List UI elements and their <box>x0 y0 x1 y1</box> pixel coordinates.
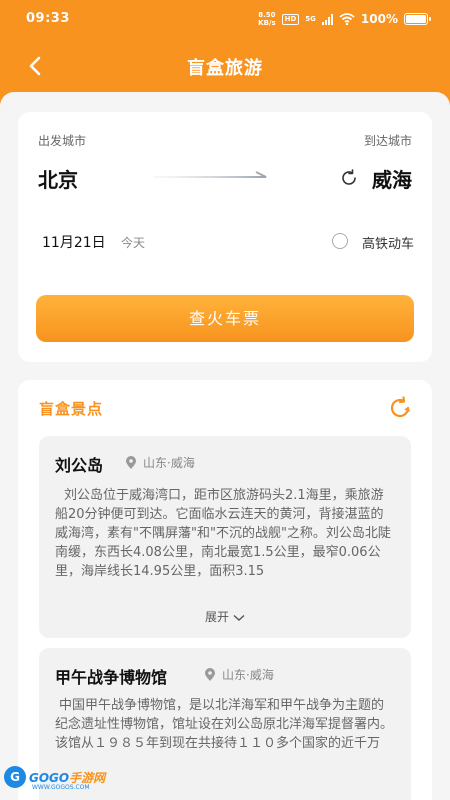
route-arrow-icon <box>154 171 267 178</box>
signal-icon <box>321 13 333 25</box>
to-city[interactable]: 威海 <box>372 164 412 193</box>
battery-percent: 100% <box>360 12 398 26</box>
location-pin-icon <box>205 668 215 681</box>
blind-box-attractions-card: 盲盒景点 刘公岛 山东·威海 刘公岛位于威海湾口，距市区旅游码头2.1海里，乘旅… <box>18 380 432 800</box>
location-pin-icon <box>126 456 136 469</box>
from-city[interactable]: 北京 <box>38 164 78 193</box>
high-speed-label[interactable]: 高铁动车 <box>362 233 414 252</box>
attraction-card[interactable]: 刘公岛 山东·威海 刘公岛位于威海湾口，距市区旅游码头2.1海里，乘旅游船20分… <box>39 436 411 638</box>
search-tickets-button[interactable]: 查火车票 <box>36 295 414 342</box>
network-type: 5G <box>305 15 316 23</box>
refresh-icon[interactable] <box>388 396 412 420</box>
wifi-icon <box>339 13 355 25</box>
high-speed-radio[interactable] <box>332 233 348 249</box>
chevron-down-icon <box>233 614 245 621</box>
status-bar: 09:33 8.50 KB/s HD 5G 100% <box>0 0 450 38</box>
content-sheet: 出发城市 到达城市 北京 威海 11月21日 今天 高铁动车 查火车票 盲盒景点 <box>0 92 450 800</box>
network-speed: 8.50 KB/s <box>258 11 276 27</box>
swap-refresh-icon[interactable] <box>339 168 359 188</box>
attraction-description: 刘公岛位于威海湾口，距市区旅游码头2.1海里，乘旅游船20分钟便可到达。它面临水… <box>55 488 391 579</box>
attraction-location: 山东·威海 <box>222 668 274 682</box>
expand-button[interactable]: 展开 <box>39 608 411 625</box>
date-hint: 今天 <box>121 236 146 250</box>
attraction-location: 山东·威海 <box>143 456 195 470</box>
site-watermark: G GOGO手游网 WWW.GOGOS.COM <box>4 766 106 791</box>
train-search-card: 出发城市 到达城市 北京 威海 11月21日 今天 高铁动车 查火车票 <box>18 112 432 362</box>
status-time: 09:33 <box>26 11 70 26</box>
page-title: 盲盒旅游 <box>187 58 263 79</box>
watermark-url: WWW.GOGOS.COM <box>32 784 90 791</box>
battery-icon <box>404 13 431 25</box>
attraction-description: 中国甲午战争博物馆，是以北洋海军和甲午战争为主题的纪念遗址性博物馆，馆址设在刘公… <box>55 698 394 751</box>
watermark-brand: GOGO手游网 <box>29 770 106 785</box>
watermark-logo: G <box>4 766 26 788</box>
attraction-name: 刘公岛 <box>55 456 104 475</box>
attraction-name: 甲午战争博物馆 <box>55 668 168 687</box>
to-city-label: 到达城市 <box>363 134 412 148</box>
departure-date[interactable]: 11月21日 <box>42 232 106 252</box>
section-title: 盲盒景点 <box>39 400 104 418</box>
nav-bar: 盲盒旅游 <box>0 44 450 88</box>
from-city-label: 出发城市 <box>38 134 87 148</box>
expand-label: 展开 <box>204 610 229 624</box>
hd-badge: HD <box>281 13 300 25</box>
